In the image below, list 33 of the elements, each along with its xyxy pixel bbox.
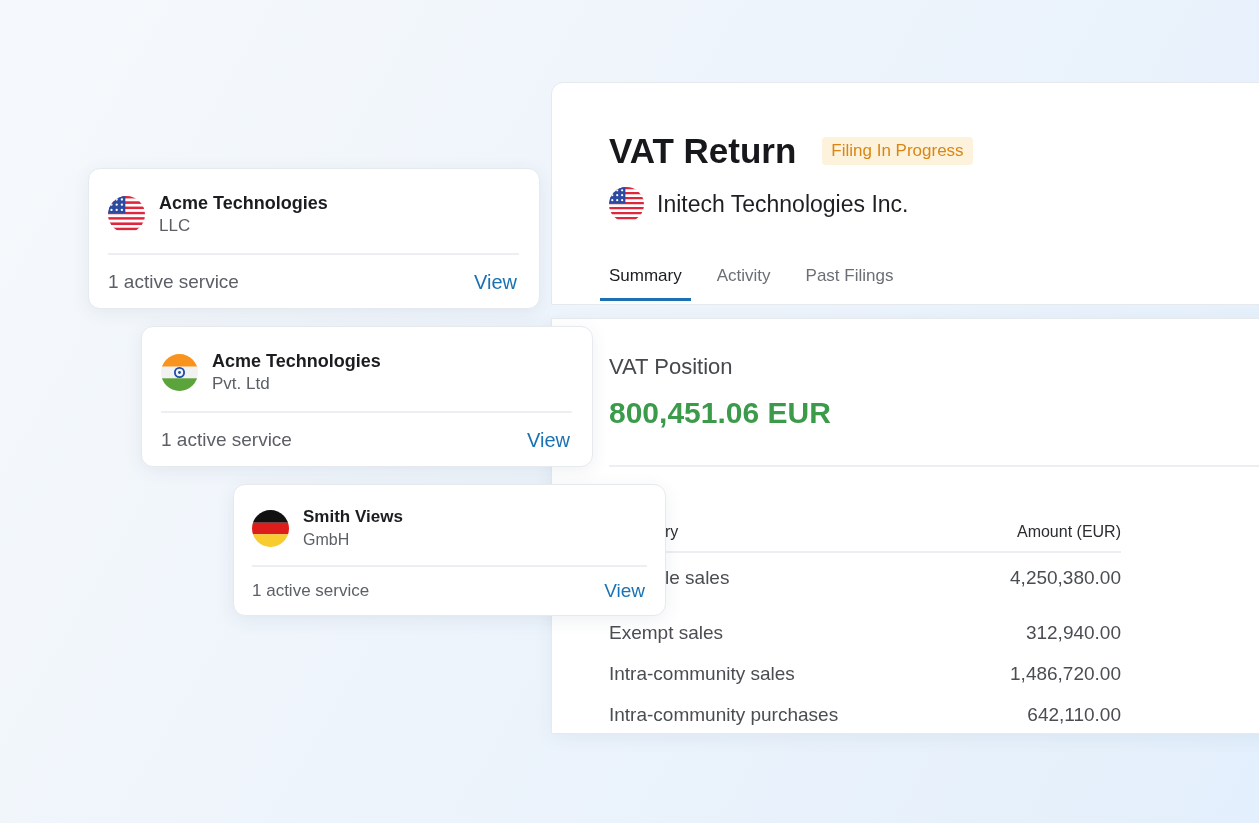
company-name: Acme Technologies: [212, 350, 381, 373]
table-cell: 642,110.00: [1027, 704, 1121, 726]
status-badge: Filing In Progress: [822, 137, 973, 165]
tab[interactable]: Past Filings: [796, 266, 903, 301]
table-cell: le sales: [665, 567, 730, 588]
table-cell: Intra-community sales: [609, 662, 795, 684]
us-flag-icon: [108, 195, 145, 233]
table-cell: Exempt sales: [609, 622, 724, 643]
company-name: Acme Technologies: [159, 192, 328, 215]
company-name: Smith Views: [303, 506, 403, 528]
column-header: Amount (EUR): [953, 523, 1121, 552]
view-link[interactable]: View: [604, 580, 645, 602]
company-type: GmbH: [303, 530, 351, 550]
section-label: VAT Position: [609, 353, 734, 381]
table-cell: Intra-community purchases: [609, 704, 839, 726]
tab[interactable]: Activity: [707, 266, 780, 301]
table-cell: 312,940.00: [1025, 622, 1121, 643]
table-cell: 4,250,380.00: [1010, 567, 1121, 588]
vat-amount: 800,451.06 EUR: [609, 395, 832, 431]
table-cell: 1,486,720.00: [1010, 662, 1121, 684]
company-type: Pvt. Ltd: [212, 373, 271, 395]
india-flag-icon: [161, 353, 198, 391]
view-link[interactable]: View: [527, 428, 570, 452]
service-count: 1 active service: [161, 429, 292, 451]
company-name: Initech Technologies Inc.: [657, 191, 909, 218]
view-link[interactable]: View: [474, 270, 517, 294]
page-title: VAT Return: [609, 131, 797, 171]
germany-flag-icon: [252, 509, 289, 547]
tab[interactable]: Summary: [600, 266, 691, 301]
us-flag-icon: [609, 187, 644, 222]
service-count: 1 active service: [108, 271, 239, 293]
company-type: LLC: [159, 215, 192, 237]
service-count: 1 active service: [252, 581, 370, 601]
